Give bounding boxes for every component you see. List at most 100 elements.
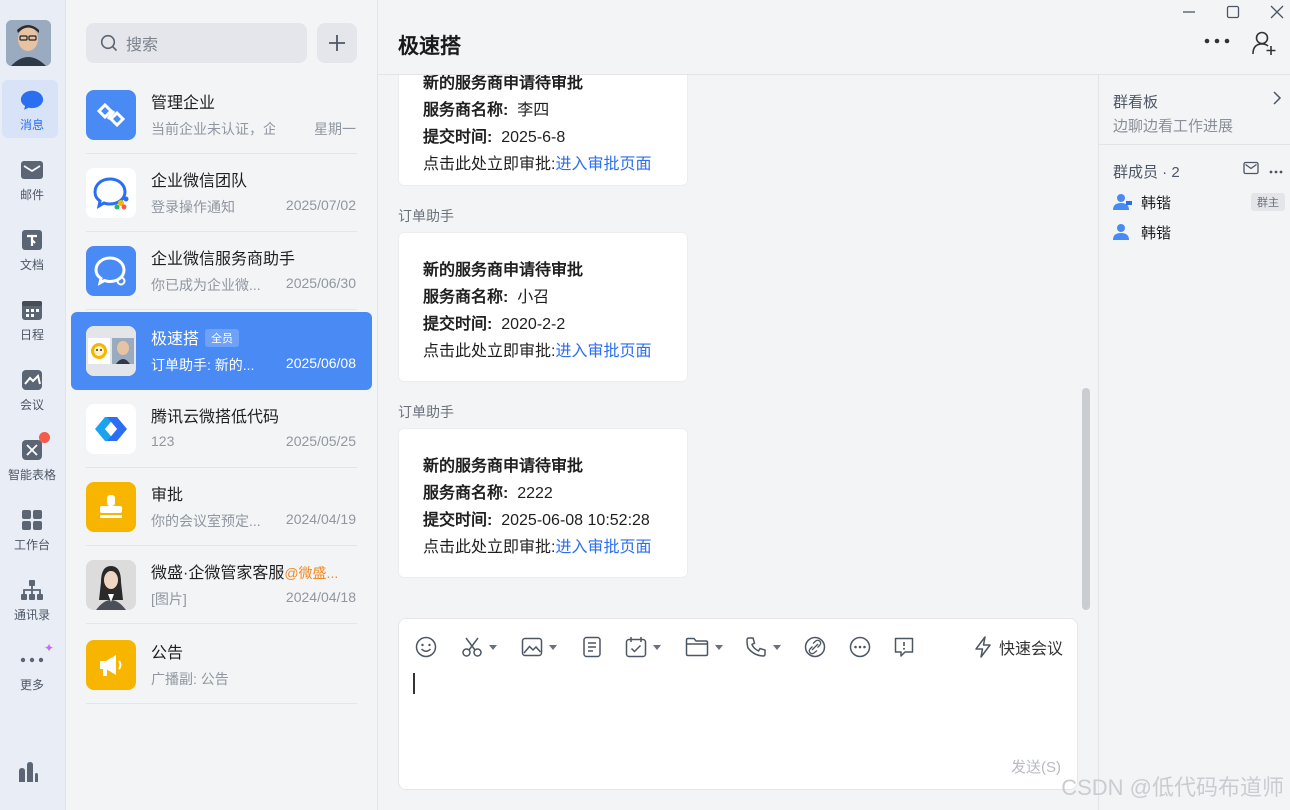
member-item[interactable]: 韩锴 群主 [1113,189,1285,215]
message-scrollbar[interactable] [1082,388,1090,610]
conversation-avatar [86,90,136,140]
group-mail-button[interactable] [1243,161,1259,178]
conversation-item[interactable]: 管理企业 当前企业未认证，企... 星期一 [71,76,372,154]
mail-icon [1243,161,1259,175]
maximize-icon [1226,5,1240,19]
conversation-item[interactable]: 企业微信服务商助手 你已成为企业微... 2025/06/30 [71,232,372,310]
conversation-name: 企业微信团队 [151,173,248,190]
group-side-panel: 群看板 边聊边看工作进展 群成员 · 2 韩锴 群主 韩锴 [1098,75,1290,810]
conversation-name: 极速搭 全员 [151,325,240,349]
submit-time-value: 2020-2-2 [501,316,566,333]
link-circle-icon [804,636,826,658]
conversation-item[interactable]: 审批 你的会议室预定... 2024/04/19 [71,468,372,546]
add-member-button[interactable] [1252,30,1278,59]
smart-sheet-icon [20,432,50,462]
more-dots-icon [1269,170,1283,174]
nav-item-calendar[interactable]: 日程 [0,290,64,352]
nav-item-label: 消息 [19,118,44,132]
emoji-icon [415,636,437,658]
emoji-button[interactable] [415,635,437,659]
maximize-button[interactable] [1222,2,1244,22]
group-board[interactable]: 群看板 边聊边看工作进展 [1099,75,1290,145]
nav-item-contacts[interactable]: 通讯录 [0,570,64,632]
conversation-avatar [86,640,136,690]
user-avatar[interactable] [6,20,51,66]
plus-icon [329,35,345,51]
approval-page-link[interactable]: 进入审批页面 [555,343,651,360]
conversation-name: 微盛·企微管家客服@微盛... [151,565,339,582]
calendar-check-icon [625,637,647,658]
conversation-time: 2025/06/30 [285,275,356,291]
image-button[interactable] [521,635,557,659]
conversation-item[interactable]: 企业微信团队 登录操作通知 2025/07/02 [71,154,372,232]
quick-meeting-button[interactable]: 快速会议 [973,635,1063,659]
conversation-preview: 你已成为企业微... [151,277,261,293]
call-button[interactable] [745,635,781,659]
chevron-right-icon [1273,91,1282,105]
member-item[interactable]: 韩锴 [1113,219,1285,245]
image-icon [521,637,543,657]
approval-page-link[interactable]: 进入审批页面 [555,156,651,173]
schedule-button[interactable] [625,635,661,659]
mention-tag: @微盛... [284,565,339,581]
document-button[interactable] [581,635,603,659]
nav-item-meeting[interactable]: 会议 [0,360,64,422]
app-logo-icon[interactable] [16,760,40,787]
conversation-time: 2025/07/02 [285,197,356,213]
nav-item-workbench[interactable]: 工作台 [0,500,64,562]
conversation-item[interactable]: 微盛·企微管家客服@微盛... [图片] 2024/04/18 [71,546,372,624]
minimize-icon [1183,11,1195,13]
phone-icon [746,637,766,657]
conversation-item[interactable]: 公告 广播副: 公告 [71,626,372,704]
nav-item-label: 更多 [19,678,44,692]
search-placeholder: 搜索 [126,37,159,54]
search-input[interactable]: 搜索 [86,23,307,63]
nav-item-messages[interactable]: 消息 [0,80,64,142]
nav-item-docs[interactable]: 文档 [0,220,64,282]
members-more-button[interactable] [1269,161,1283,177]
provider-label: 服务商名称: [423,289,509,306]
quick-meeting-label: 快速会议 [998,641,1063,658]
meeting-share-button[interactable] [804,635,826,659]
message-composer[interactable]: 快速会议 发送(S) [398,618,1078,790]
member-name: 韩锴 [1141,224,1172,242]
members-title: 群成员 · 2 [1113,164,1180,181]
conversation-time: 2025/05/25 [285,433,356,449]
minimize-button[interactable] [1178,2,1200,22]
close-button[interactable] [1266,2,1288,22]
screenshot-button[interactable] [461,635,497,659]
action-label: 点击此处立即审批: [423,539,556,556]
conversation-item[interactable]: 腾讯云微搭低代码 123 2025/05/25 [71,390,372,468]
member-role-badge: 群主 [1251,193,1285,211]
add-person-icon [1252,31,1276,55]
approval-page-link[interactable]: 进入审批页面 [555,539,651,556]
conversation-avatar [86,246,136,296]
group-owner-icon [1113,194,1132,210]
nav-item-more[interactable]: ✦ 更多 [0,640,64,702]
nav-item-mail[interactable]: 邮件 [0,150,64,212]
meeting-icon [20,368,44,392]
feedback-button[interactable] [893,635,915,659]
chat-alert-icon [894,637,914,657]
conversation-avatar [86,482,136,532]
conversation-avatar [86,560,136,610]
watermark: CSDN @低代码布道师 [1061,775,1284,800]
message-list[interactable]: 新的服务商申请待审批 服务商名称: 李四 提交时间: 2025-6-8 点击此处… [378,75,1098,615]
approval-stamp-icon [100,495,122,518]
conversation-time: 2025/06/08 [285,355,356,371]
conversation-item-active[interactable]: 极速搭 全员 订单助手: 新的... 2025/06/08 [71,312,372,390]
submit-time-value: 2025-06-08 10:52:28 [501,512,650,529]
mail-icon [20,158,44,182]
chat-more-button[interactable] [1204,32,1230,48]
more-tools-button[interactable] [849,635,871,659]
nav-item-smart-sheet[interactable]: 智能表格 [0,430,64,492]
conversation-time: 2024/04/18 [285,589,356,605]
provider-label: 服务商名称: [423,102,509,119]
workbench-icon [20,508,44,532]
conversation-name: 审批 [151,487,184,504]
wecom-provider-icon [94,256,126,286]
file-button[interactable] [685,635,723,659]
add-button[interactable] [317,23,357,63]
send-button[interactable]: 发送(S) [1011,756,1061,777]
nav-item-label: 智能表格 [7,468,56,482]
